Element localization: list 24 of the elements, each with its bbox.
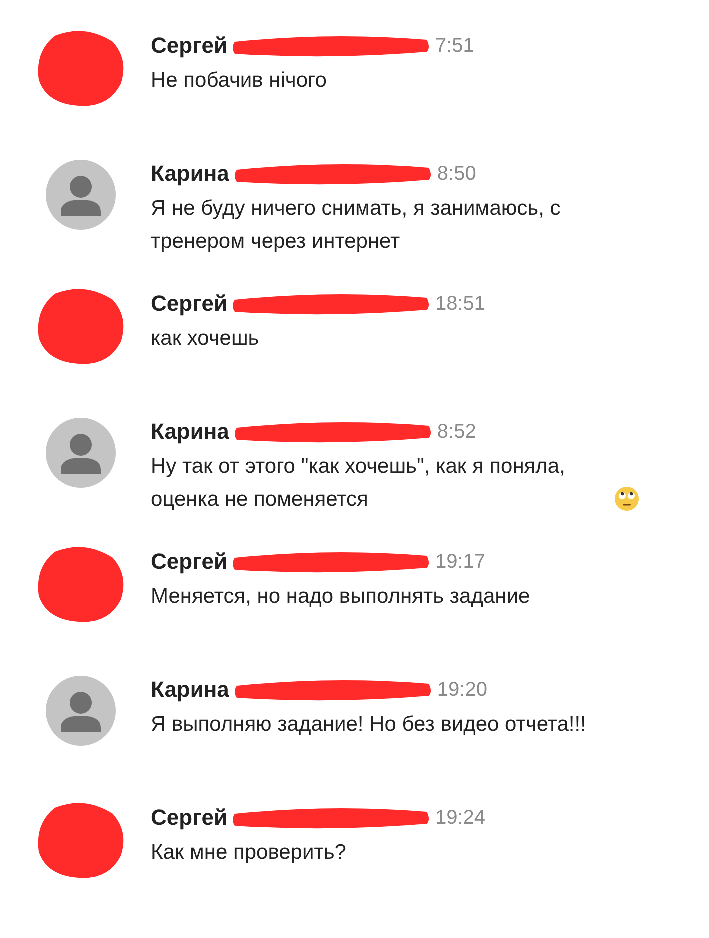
message-time: 19:20 xyxy=(437,678,488,702)
message-time: 19:17 xyxy=(435,550,486,574)
message-text: Я выполняю задание! Но без видео отчета!!! xyxy=(151,712,586,738)
sender-name: Сергей xyxy=(151,33,228,59)
message-text: Ну так от этого "как хочешь", как я поняла, оценка не поменяется xyxy=(151,454,566,513)
message-text: Не побачив нічого xyxy=(151,68,327,94)
avatar-icon xyxy=(46,676,116,746)
message-time: 8:52 xyxy=(437,420,476,444)
message-time: 19:24 xyxy=(435,806,486,830)
sender-name: Сергей xyxy=(151,549,228,575)
sender-name: Сергей xyxy=(151,805,228,831)
message-text: как хочешь xyxy=(151,326,260,352)
message-time: 18:51 xyxy=(435,292,486,316)
sender-name: Сергей xyxy=(151,291,228,317)
sender-name: Карина xyxy=(151,677,230,703)
sender-name: Карина xyxy=(151,419,230,445)
avatar-icon xyxy=(46,160,116,230)
avatar-icon xyxy=(46,418,116,488)
message-time: 7:51 xyxy=(435,34,474,58)
message-text: Я не буду ничего снимать, я занимаюсь, с тренером через интернет xyxy=(151,196,562,255)
message-text: Как мне проверить? xyxy=(151,840,346,866)
sender-name: Карина xyxy=(151,161,230,187)
message-time: 8:50 xyxy=(437,162,476,186)
message-text: Меняется, но надо выполнять задание xyxy=(151,584,530,610)
